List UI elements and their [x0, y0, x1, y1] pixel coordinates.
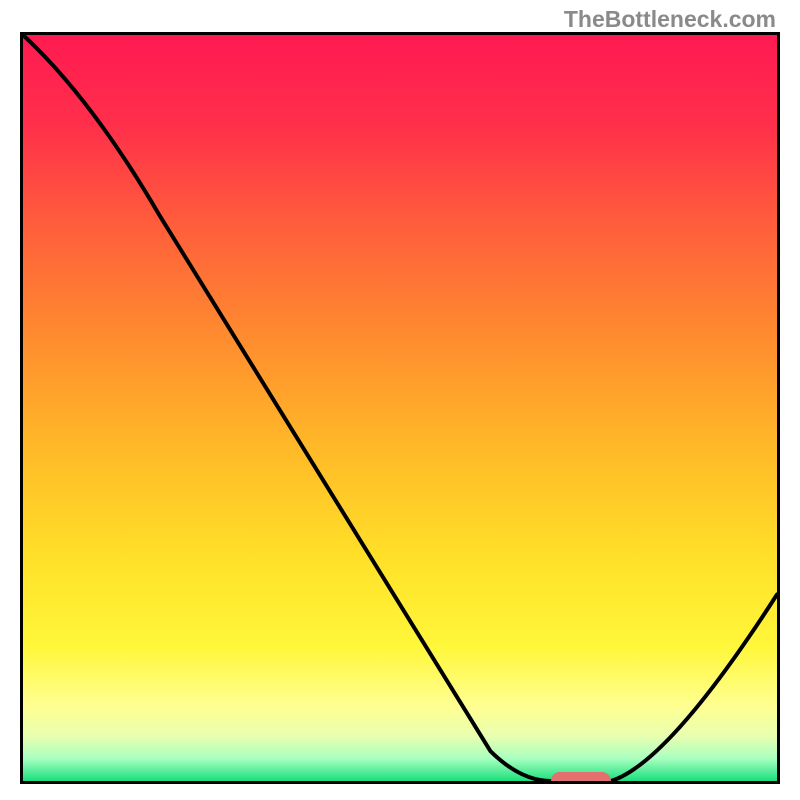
watermark-text: TheBottleneck.com [564, 6, 776, 33]
plot-area [20, 32, 780, 784]
bottleneck-chart: TheBottleneck.com [0, 0, 800, 800]
optimal-range-marker [551, 772, 611, 784]
bottleneck-curve [23, 35, 777, 781]
